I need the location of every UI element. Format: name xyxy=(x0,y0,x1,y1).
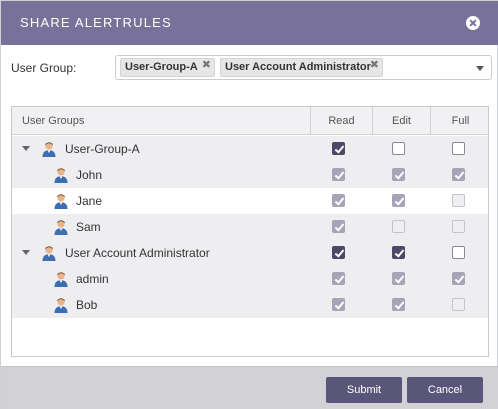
user-icon xyxy=(53,167,69,183)
chevron-down-icon[interactable] xyxy=(476,66,484,71)
full-checkbox[interactable] xyxy=(452,272,465,285)
edit-checkbox[interactable] xyxy=(392,220,405,233)
edit-checkbox[interactable] xyxy=(392,246,405,259)
column-header-user-groups: User Groups xyxy=(22,115,85,127)
edit-checkbox[interactable] xyxy=(392,142,405,155)
dialog-footer: Submit Cancel xyxy=(1,366,498,409)
user-icon xyxy=(53,193,69,209)
remove-chip-icon[interactable]: ✖ xyxy=(202,59,211,72)
row-name: Jane xyxy=(76,194,103,208)
close-icon[interactable] xyxy=(466,16,480,30)
table-row: Sam xyxy=(12,214,488,240)
row-name: User Account Administrator xyxy=(65,246,210,260)
user-group-multiselect[interactable]: User-Group-A ✖ User Account Administrato… xyxy=(115,55,492,80)
user-icon xyxy=(53,219,69,235)
row-name: John xyxy=(76,168,103,182)
table-row: Jane xyxy=(12,188,488,214)
chip-user-account-administrator: User Account Administrator ✖ xyxy=(220,58,383,77)
read-checkbox[interactable] xyxy=(332,194,345,207)
user-icon xyxy=(53,297,69,313)
read-checkbox[interactable] xyxy=(332,246,345,259)
user-icon xyxy=(41,245,57,261)
dialog-title: SHARE ALERTRULES xyxy=(20,15,172,30)
column-header-edit: Edit xyxy=(372,107,430,135)
cancel-button[interactable]: Cancel xyxy=(407,377,483,403)
user-group-label: User Group: xyxy=(11,61,77,75)
user-icon xyxy=(41,141,57,157)
table-row: User Account Administrator xyxy=(12,240,488,266)
read-checkbox[interactable] xyxy=(332,298,345,311)
full-checkbox[interactable] xyxy=(452,298,465,311)
permissions-grid: User Groups Read Edit Full User-Group-A J… xyxy=(11,106,489,357)
table-row: User-Group-A xyxy=(12,136,488,162)
remove-chip-icon[interactable]: ✖ xyxy=(370,59,379,72)
edit-checkbox[interactable] xyxy=(392,298,405,311)
chip-label: User Account Administrator xyxy=(225,61,371,73)
dialog-titlebar: SHARE ALERTRULES xyxy=(1,1,498,45)
user-icon xyxy=(53,271,69,287)
edit-checkbox[interactable] xyxy=(392,194,405,207)
read-checkbox[interactable] xyxy=(332,168,345,181)
full-checkbox[interactable] xyxy=(452,220,465,233)
edit-checkbox[interactable] xyxy=(392,168,405,181)
submit-button[interactable]: Submit xyxy=(326,377,402,403)
full-checkbox[interactable] xyxy=(452,246,465,259)
full-checkbox[interactable] xyxy=(452,168,465,181)
row-name: admin xyxy=(76,272,109,286)
chip-label: User-Group-A xyxy=(125,61,198,73)
full-checkbox[interactable] xyxy=(452,142,465,155)
table-row: Bob xyxy=(12,292,488,318)
edit-checkbox[interactable] xyxy=(392,272,405,285)
grid-header: User Groups Read Edit Full xyxy=(12,107,488,135)
chevron-down-icon[interactable] xyxy=(22,250,30,255)
read-checkbox[interactable] xyxy=(332,142,345,155)
chip-user-group-a: User-Group-A ✖ xyxy=(120,58,215,77)
column-header-read: Read xyxy=(310,107,372,135)
table-row: John xyxy=(12,162,488,188)
row-name: Sam xyxy=(76,220,101,234)
read-checkbox[interactable] xyxy=(332,272,345,285)
read-checkbox[interactable] xyxy=(332,220,345,233)
table-row: admin xyxy=(12,266,488,292)
chevron-down-icon[interactable] xyxy=(22,146,30,151)
share-alertrules-dialog: SHARE ALERTRULES User Group: User-Group-… xyxy=(0,0,498,409)
full-checkbox[interactable] xyxy=(452,194,465,207)
row-name: Bob xyxy=(76,298,98,312)
column-header-full: Full xyxy=(430,107,488,135)
row-name: User-Group-A xyxy=(65,142,140,156)
